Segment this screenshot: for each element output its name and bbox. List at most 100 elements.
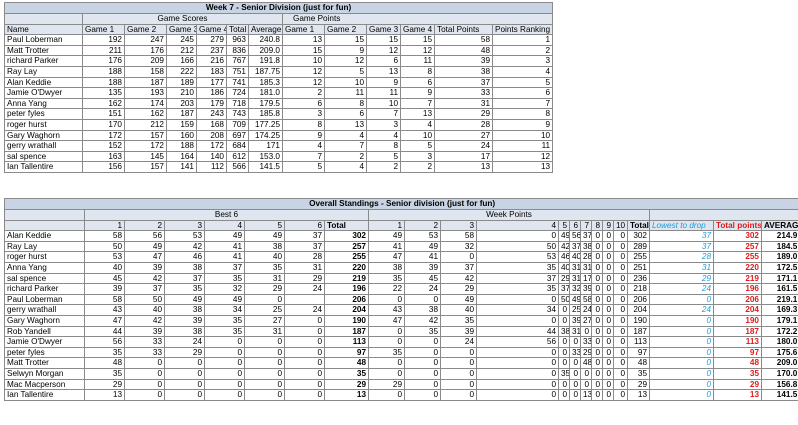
player-name: Anna Yang xyxy=(4,261,85,274)
score-cell: 189 xyxy=(166,76,197,89)
points-cell: 0 xyxy=(440,251,477,263)
points-cell: 0 xyxy=(368,389,405,401)
player-name: Ian Tallentire xyxy=(4,161,83,173)
score-cell: 5 xyxy=(491,76,554,89)
points-cell: 0 xyxy=(613,283,628,295)
points-cell: 13 xyxy=(713,389,762,401)
table-row: Paul Loberman 192 247 245 279 963 240.8 13 15 15 1… xyxy=(4,34,554,46)
points-cell: 255 xyxy=(324,251,369,263)
points-cell: 24 xyxy=(164,336,205,348)
score-cell: 13 xyxy=(282,34,325,46)
points-cell: 0 xyxy=(613,314,628,327)
points-cell: 0 xyxy=(476,230,559,242)
score-cell: 245 xyxy=(166,34,197,46)
points-cell: 32 xyxy=(204,283,245,295)
score-cell: 188 xyxy=(82,76,125,89)
points-cell: 46 xyxy=(164,251,205,263)
points-cell: 35 xyxy=(84,346,125,359)
points-cell: 48 xyxy=(580,357,592,369)
score-cell: 163 xyxy=(82,150,125,163)
points-cell: 38 xyxy=(244,240,285,253)
points-cell: 0 xyxy=(244,336,285,348)
score-cell: 7 xyxy=(491,97,554,110)
score-cell: 24 xyxy=(434,140,493,152)
points-cell: 0 xyxy=(613,325,628,338)
score-cell: 160 xyxy=(166,129,197,142)
points-cell: 13 xyxy=(84,389,125,401)
points-cell: 0 xyxy=(244,357,285,369)
column-header: 8 xyxy=(591,219,603,232)
points-cell: 39 xyxy=(580,283,592,295)
table-row: Ian Tallentire 13 0 0 0 0 0 13 0 0 0 0 0 0 13 0 0 0 13 0 13 1… xyxy=(4,389,798,401)
score-cell: 279 xyxy=(196,34,227,46)
points-cell: 0 xyxy=(368,357,405,369)
blank-cell xyxy=(648,209,798,221)
score-cell: 209.0 xyxy=(248,44,283,57)
score-cell: 13 xyxy=(324,118,367,131)
points-cell: 13 xyxy=(324,389,369,401)
points-cell: 58 xyxy=(440,230,477,242)
points-cell: 35 xyxy=(558,367,570,380)
points-cell: 0 xyxy=(558,304,570,316)
points-cell: 40 xyxy=(124,304,165,316)
points-cell: 53 xyxy=(84,251,125,263)
table-row: sal spence 45 42 37 35 31 29 219 35 45 42 37 29 31 17 0… xyxy=(4,272,798,285)
points-cell: 49 xyxy=(558,230,570,242)
column-header: 9 xyxy=(602,219,614,232)
score-cell: 13 xyxy=(434,161,493,173)
score-cell: 164 xyxy=(166,150,197,163)
points-cell: 27 xyxy=(244,314,285,327)
points-cell: 0 xyxy=(602,293,614,306)
points-cell: 50 xyxy=(476,240,559,253)
points-cell: 53 xyxy=(164,230,205,242)
score-cell: 6 xyxy=(366,55,401,67)
points-cell: 206 xyxy=(324,293,369,306)
column-header: Points Ranking xyxy=(491,23,554,36)
score-cell: 12 xyxy=(366,44,401,57)
points-cell: 33 xyxy=(124,336,165,348)
points-cell: 37 xyxy=(580,230,592,242)
points-cell: 32 xyxy=(440,240,477,253)
score-cell: 185.8 xyxy=(248,108,283,120)
table-row: richard Parker 176 209 166 216 767 191.8 10 12 6 1… xyxy=(4,55,554,67)
player-name: Mac Macperson xyxy=(4,378,85,391)
score-cell: 240.8 xyxy=(248,34,283,46)
points-cell: 39 xyxy=(124,325,165,338)
points-cell: 0 xyxy=(602,304,614,316)
points-cell: 97 xyxy=(713,346,762,359)
score-cell: 3 xyxy=(282,108,325,120)
score-cell: 12 xyxy=(400,44,435,57)
score-cell: 5 xyxy=(282,161,325,173)
score-cell: 12 xyxy=(282,76,325,89)
score-cell: 8 xyxy=(491,108,554,120)
points-cell: 113 xyxy=(324,336,369,348)
points-cell: 113 xyxy=(627,336,650,348)
points-cell: 38 xyxy=(580,240,592,253)
points-cell: 220 xyxy=(713,261,762,274)
points-cell: 302 xyxy=(713,230,762,242)
points-cell: 37 xyxy=(569,240,581,253)
points-cell: 219 xyxy=(713,272,762,285)
points-cell: 0 xyxy=(244,367,285,380)
column-header: Average xyxy=(248,23,283,36)
points-cell: 0 xyxy=(602,367,614,380)
points-cell: 0 xyxy=(591,389,603,401)
score-cell: 156 xyxy=(82,161,125,173)
points-cell: 29 xyxy=(368,378,405,391)
points-cell: 49 xyxy=(368,230,405,242)
points-cell: 29 xyxy=(284,272,325,285)
score-cell: 179.5 xyxy=(248,97,283,110)
points-cell: 0 xyxy=(164,357,205,369)
points-cell: 37 xyxy=(124,283,165,295)
table-row: Matt Trotter 211 176 212 237 836 209.0 15 9 12 12 4… xyxy=(4,44,554,57)
points-cell: 37 xyxy=(476,272,559,285)
player-name: Jamie O'Dwyer xyxy=(4,336,85,348)
score-cell: 31 xyxy=(434,97,493,110)
points-cell: 0 xyxy=(284,346,325,359)
points-cell: 0 xyxy=(602,251,614,263)
points-cell: 0 xyxy=(602,240,614,253)
points-cell: 0 xyxy=(284,367,325,380)
column-header: 10 xyxy=(613,219,628,232)
points-cell: 0 xyxy=(284,336,325,348)
table-row: Selwyn Morgan 35 0 0 0 0 0 35 0 0 0 0 35 0 0 0 0 0 35 0 35 17… xyxy=(4,367,798,380)
